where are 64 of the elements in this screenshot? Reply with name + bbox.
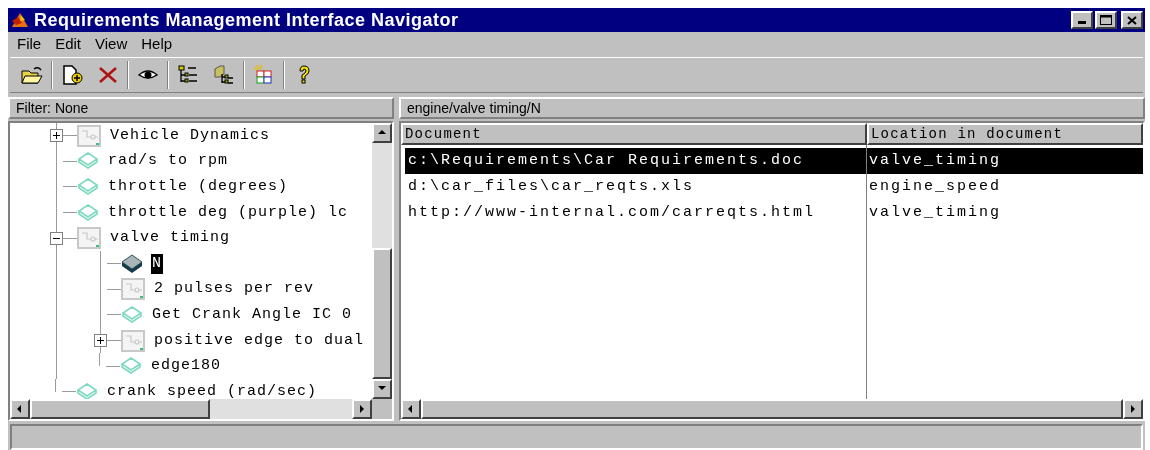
port-icon: [77, 151, 99, 172]
tree-item[interactable]: crank speed (rad/sec): [106, 381, 319, 399]
tree-item[interactable]: 2 pulses per rev: [153, 279, 316, 300]
filter-label: Filter: None: [8, 97, 394, 119]
minimize-button[interactable]: [1071, 11, 1093, 29]
port-icon: [76, 381, 98, 399]
close-button[interactable]: [1121, 11, 1143, 29]
minimize-icon: [1078, 21, 1086, 24]
maximize-button[interactable]: [1095, 11, 1117, 29]
table-cell-text: engine_speed: [868, 176, 1003, 197]
tree-item[interactable]: valve timing: [109, 228, 232, 249]
table-cell-text: d:\car_files\car_reqts.xls: [407, 176, 696, 197]
port-icon: [77, 202, 99, 223]
scroll-arrow-button[interactable]: [372, 123, 392, 143]
new-document-icon[interactable]: [60, 64, 84, 86]
block-icon: [77, 227, 101, 250]
expand-icon[interactable]: [50, 129, 63, 143]
scrollbar-thumb[interactable]: [30, 399, 210, 419]
tree-item[interactable]: rad/s to rpm: [107, 151, 230, 172]
port-icon: [77, 177, 99, 197]
port-icon: [121, 304, 143, 325]
scroll-arrow-button[interactable]: [10, 399, 30, 419]
maximize-icon: [1100, 15, 1112, 25]
window-title: Requirements Management Interface Navigator: [34, 8, 459, 32]
menu-item[interactable]: Help: [134, 33, 180, 56]
app-logo-icon: [10, 11, 30, 29]
table-row[interactable]: http://www-internal.com/carreqts.html valve_timing: [405, 200, 1143, 226]
tree-item[interactable]: Vehicle Dynamics: [109, 125, 272, 146]
vertical-scrollbar[interactable]: [372, 123, 392, 399]
table-cell-text: valve_timing: [868, 150, 1003, 171]
column-header[interactable]: Document: [401, 123, 867, 145]
menu-item[interactable]: Edit: [48, 33, 89, 56]
menu-item[interactable]: View: [88, 33, 135, 56]
tree-item[interactable]: throttle deg (purple) lc: [107, 202, 350, 223]
tree-icon[interactable]: [176, 64, 200, 86]
expand-icon[interactable]: [94, 334, 107, 348]
scrollbar-thumb[interactable]: [372, 248, 392, 379]
table-row[interactable]: c:\Requirements\Car Requirements.doc valve_timing: [405, 148, 1143, 174]
path-label: engine/valve timing/N: [399, 97, 1145, 119]
triangle-icon: [1128, 404, 1138, 414]
tree-icon[interactable]: [212, 64, 236, 86]
tree-item[interactable]: edge180: [150, 356, 222, 377]
table-row[interactable]: d:\car_files\car_reqts.xls engine_speed: [405, 174, 1143, 200]
scroll-arrow-button[interactable]: [352, 399, 372, 419]
menu-item[interactable]: File: [10, 33, 49, 56]
open-folder-icon[interactable]: [20, 64, 44, 86]
block-icon: [121, 278, 145, 301]
tree-item[interactable]: N: [151, 253, 163, 274]
table-cell-text: http://www-internal.com/carreqts.html: [407, 202, 817, 223]
close-icon: [1127, 15, 1137, 25]
column-header[interactable]: Location in document: [867, 123, 1143, 145]
tree-item[interactable]: positive edge to dual: [153, 330, 366, 351]
tree-item[interactable]: throttle (degrees): [107, 177, 290, 197]
tree-item[interactable]: Get Crank Angle IC 0: [151, 304, 354, 325]
scroll-arrow-button[interactable]: [372, 379, 392, 399]
horizontal-scrollbar[interactable]: [10, 399, 392, 419]
scroll-arrow-button[interactable]: [401, 399, 421, 419]
cube-icon: [121, 253, 143, 274]
collapse-icon[interactable]: [50, 231, 63, 245]
table-cell-text: valve_timing: [868, 202, 1003, 223]
table-cell-text: c:\Requirements\Car Requirements.doc: [407, 150, 806, 171]
port-icon: [120, 356, 142, 377]
scrollbar-corner: [372, 399, 392, 419]
scroll-arrow-button[interactable]: [1123, 399, 1143, 419]
